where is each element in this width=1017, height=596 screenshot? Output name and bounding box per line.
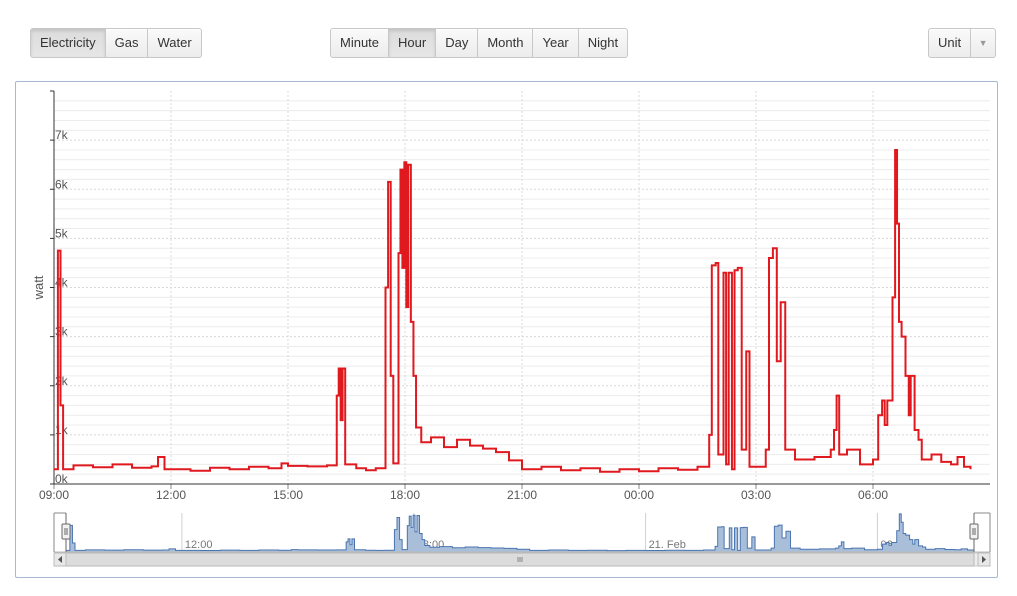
navigator-tick-label: 12:00 — [185, 539, 213, 551]
x-tick-label: 15:00 — [273, 488, 303, 502]
x-tick-label: 09:00 — [39, 488, 69, 502]
navigator-handle-body — [969, 523, 979, 540]
x-tick-label: 12:00 — [156, 488, 186, 502]
x-tick-label: 00:00 — [624, 488, 654, 502]
electricity-chart: 0k1k2k3k4k5k6k7k09:00 12:00 15:00 18:00 21:0… — [31, 90, 991, 567]
y-tick-label: 6k — [55, 177, 69, 191]
x-tick-label: 06:00 — [858, 488, 888, 502]
x-tick-label: 03:00 — [741, 488, 771, 502]
navigator-handle-body — [61, 523, 71, 540]
electricity-series-line — [54, 148, 972, 473]
navigator-tick-label: 21. Feb — [649, 539, 686, 551]
y-axis-title: watt — [31, 275, 46, 300]
navigator-scrollbar[interactable] — [53, 552, 991, 567]
y-tick-label: 5k — [55, 226, 69, 240]
x-tick-label: 18:00 — [390, 488, 420, 502]
y-tick-label: 7k — [55, 128, 69, 142]
x-tick-label: 21:00 — [507, 488, 537, 502]
